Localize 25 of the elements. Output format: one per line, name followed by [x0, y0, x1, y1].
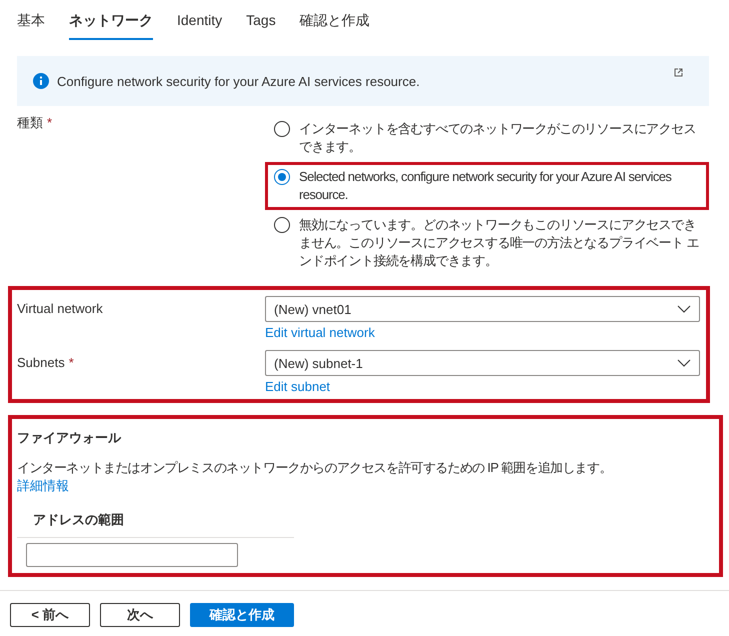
- option-label: Selected networks, configure network security for your Azure AI services resource.: [299, 168, 672, 204]
- info-text: Configure network security for your Azure AI services resource.: [57, 74, 420, 88]
- edit-link[interactable]: Edit virtual network: [265, 325, 375, 340]
- dropdown[interactable]: (New) vnet01: [265, 296, 700, 322]
- column-header: アドレスの範囲: [17, 501, 294, 538]
- section-title: ファイアウォール: [17, 429, 122, 447]
- required-mark: *: [68, 355, 74, 370]
- description: インターネットまたはオンプレミスのネットワークからのアクセスを許可するための IP 範囲を追加します。: [17, 459, 613, 477]
- tab[interactable]: 確認と作成: [300, 10, 370, 40]
- nav-button[interactable]: < 前へ: [10, 603, 90, 627]
- tab[interactable]: Tags: [246, 10, 276, 40]
- learn-more-link[interactable]: 詳細情報: [17, 477, 69, 495]
- required-mark: *: [47, 115, 52, 130]
- field-label: Subnets: [17, 355, 65, 370]
- create-button[interactable]: 確認と作成: [190, 603, 294, 627]
- tab[interactable]: Identity: [177, 10, 222, 40]
- tab[interactable]: ネットワーク: [69, 10, 153, 40]
- field-label: Virtual network: [17, 301, 103, 316]
- tab[interactable]: 基本: [17, 10, 45, 40]
- nav-button[interactable]: 次へ: [100, 603, 180, 627]
- dropdown[interactable]: (New) subnet-1: [265, 350, 700, 376]
- edit-link[interactable]: Edit subnet: [265, 379, 330, 394]
- field-label: 種類: [17, 114, 43, 132]
- option-label: インターネットを含むすべてのネットワークがこのリソースにアクセスできます。: [299, 120, 697, 156]
- option-label: 無効になっています。どのネットワークもこのリソースにアクセスできません。このリソースにアクセスする唯一の方法となるプライベート エンドポイント接続を構成できます。: [299, 216, 700, 270]
